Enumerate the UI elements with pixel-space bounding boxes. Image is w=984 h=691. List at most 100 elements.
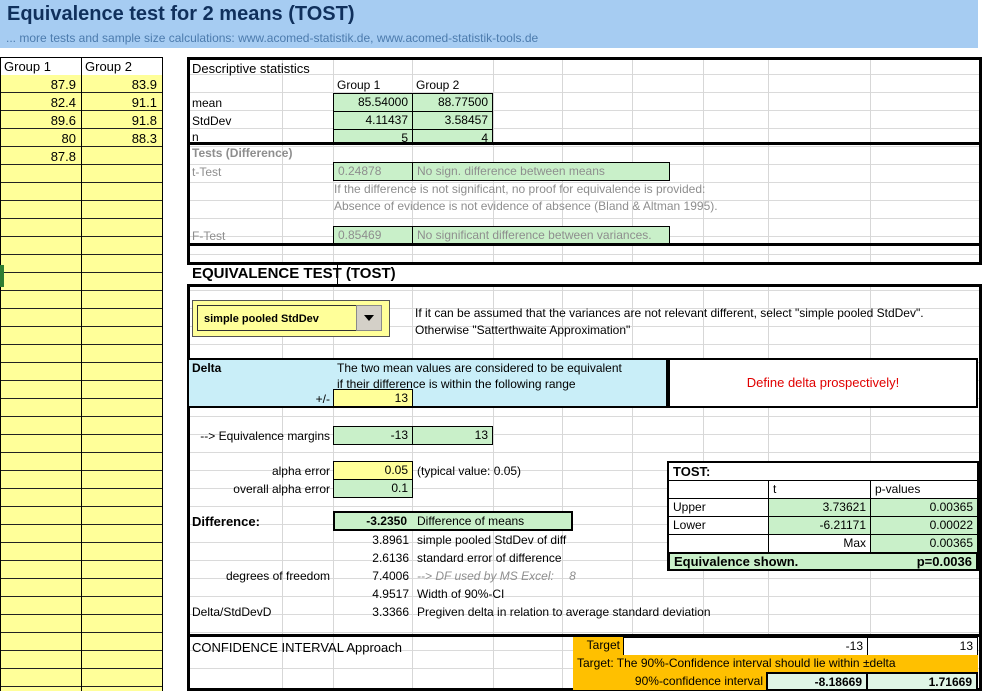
margin-low-cell: -13 — [333, 426, 413, 445]
group2-value-cell[interactable]: 91.8 — [83, 113, 157, 128]
ci-label: 90%-confidence interval — [573, 673, 767, 690]
tost-header-blank — [668, 480, 769, 499]
group2-value-cell[interactable]: 88.3 — [83, 131, 157, 146]
row-marker — [0, 265, 4, 287]
mean-group1-cell: 85.54000 — [333, 93, 413, 112]
overall-alpha-label: overall alpha error — [187, 482, 330, 497]
tost-upper-p-cell: 0.00365 — [870, 498, 978, 517]
t-test-note-2: Absence of evidence is not evidence of a… — [334, 199, 718, 214]
stddev-group1-cell: 4.11437 — [333, 111, 413, 130]
stddev-label: StdDev — [192, 114, 231, 129]
ci-width-value: 4.9517 — [333, 587, 409, 602]
page-subtitle[interactable]: ... more tests and sample size calculati… — [6, 31, 538, 45]
difference-value: -3.2350 — [335, 514, 407, 528]
std-error-value: 2.6136 — [333, 551, 409, 566]
ci-high-cell: 1.71669 — [866, 672, 978, 691]
f-test-label: F-Test — [192, 229, 225, 244]
group1-value-cell[interactable]: 80 — [2, 131, 76, 146]
group2-value-cell[interactable]: 91.1 — [83, 95, 157, 110]
tost-max-blank — [668, 534, 769, 553]
delta-stddev-label: Delta/StdDevD — [192, 605, 271, 620]
tost-header-t: t — [768, 480, 871, 499]
dof-excel-value: 8 — [569, 569, 576, 583]
tost-result-text: Equivalence shown. — [674, 554, 798, 569]
page-title: Equivalence test for 2 means (TOST) — [7, 3, 355, 26]
tost-lower-label: Lower — [668, 516, 769, 535]
tost-max-p-cell: 0.00365 — [870, 534, 978, 553]
cell-border — [337, 265, 338, 284]
dropdown-arrow-button[interactable] — [356, 305, 382, 331]
ci-low-cell: -8.18669 — [766, 672, 868, 691]
group1-value-cell[interactable]: 89.6 — [2, 113, 76, 128]
method-hint-1: If it can be assumed that the variances … — [415, 306, 924, 321]
delta-stddev-desc: Pregiven delta in relation to average st… — [417, 605, 711, 620]
section-divider — [187, 142, 982, 145]
ci-title: CONFIDENCE INTERVAL Approach — [192, 640, 402, 655]
method-dropdown[interactable]: simple pooled StdDev — [197, 305, 357, 331]
group2-column-header: Group 2 — [81, 57, 163, 76]
method-hint-2: Otherwise "Satterthwaite Approximation" — [415, 323, 630, 338]
delta-label: Delta — [192, 361, 221, 376]
delta-line-1: The two mean values are considered to be… — [337, 361, 622, 376]
tost-table-title: TOST: — [668, 462, 978, 481]
descriptive-col1-header: Group 1 — [337, 78, 380, 93]
method-dropdown-value: simple pooled StdDev — [204, 312, 319, 327]
tests-title: Tests (Difference) — [192, 146, 292, 161]
dof-excel-note: --> DF used by MS Excel: 8 — [417, 569, 576, 584]
mean-label: mean — [192, 96, 222, 111]
alpha-hint: (typical value: 0.05) — [417, 464, 521, 479]
spreadsheet-window: Equivalence test for 2 means (TOST) ... … — [0, 0, 984, 691]
chevron-down-icon — [364, 315, 374, 321]
group1-column-header: Group 1 — [0, 57, 82, 76]
stddev-group2-cell: 3.58457 — [412, 111, 493, 130]
n-group2-cell: 4 — [412, 129, 493, 143]
tost-result-pvalue: p=0.0036 — [917, 554, 972, 569]
equivalence-header: EQUIVALENCE TEST (TOST) — [192, 266, 396, 281]
t-test-message-cell: No sign. difference between means — [412, 162, 670, 181]
tost-lower-p-cell: 0.00022 — [870, 516, 978, 535]
tost-result-row: Equivalence shown. p=0.0036 — [668, 552, 978, 571]
group1-value-cell[interactable]: 82.4 — [2, 95, 76, 110]
delta-warning-text: Define delta prospectively! — [670, 360, 976, 406]
pooled-stddev-value: 3.8961 — [333, 533, 409, 548]
t-test-note-1: If the difference is not significant, no… — [334, 182, 705, 197]
delta-plusminus-label: +/- — [295, 392, 330, 407]
delta-stddev-value: 3.3366 — [333, 605, 409, 620]
descriptive-col2-header: Group 2 — [416, 78, 459, 93]
difference-label: Difference: — [192, 514, 260, 529]
delta-warning-box: Define delta prospectively! — [668, 358, 978, 408]
ci-target-label: Target — [573, 637, 624, 655]
n-group1-cell: 5 — [333, 129, 413, 143]
t-test-label: t-Test — [192, 165, 221, 180]
difference-of-means-box: -3.2350 Difference of means — [333, 511, 573, 531]
margin-high-cell: 13 — [412, 426, 493, 445]
tost-lower-t-cell: -6.21171 — [768, 516, 871, 535]
pooled-stddev-desc: simple pooled StdDev of diff — [417, 533, 566, 548]
tost-header-p: p-values — [870, 480, 978, 499]
overall-alpha-value-cell: 0.1 — [333, 479, 413, 498]
delta-value-cell[interactable]: 13 — [333, 389, 413, 407]
descriptive-title: Descriptive statistics — [192, 61, 310, 76]
dof-excel-note-text: --> DF used by MS Excel: — [417, 569, 554, 583]
dof-value: 7.4006 — [333, 569, 409, 584]
std-error-desc: standard error of difference — [417, 551, 562, 566]
section-divider — [187, 243, 982, 246]
alpha-value-cell[interactable]: 0.05 — [333, 461, 413, 480]
group2-value-cell[interactable]: 83.9 — [83, 77, 157, 92]
tost-upper-label: Upper — [668, 498, 769, 517]
difference-desc: Difference of means — [417, 514, 524, 528]
ci-target-low-cell: -13 — [623, 637, 868, 656]
group1-value-cell[interactable]: 87.9 — [2, 77, 76, 92]
alpha-label: alpha error — [187, 464, 330, 479]
group1-input-column[interactable] — [0, 75, 82, 691]
tost-upper-t-cell: 3.73621 — [768, 498, 871, 517]
ci-width-desc: Width of 90%-CI — [417, 587, 504, 602]
group1-value-cell[interactable]: 87.8 — [2, 149, 76, 164]
mean-group2-cell: 88.77500 — [412, 93, 493, 112]
group2-input-column[interactable] — [81, 75, 163, 691]
dof-label: degrees of freedom — [187, 569, 330, 584]
tost-max-label: Max — [768, 534, 871, 553]
ci-note: Target: The 90%-Confidence interval shou… — [573, 655, 978, 673]
margins-label: --> Equivalence margins — [187, 429, 330, 444]
t-test-value-cell: 0.24878 — [333, 162, 413, 181]
